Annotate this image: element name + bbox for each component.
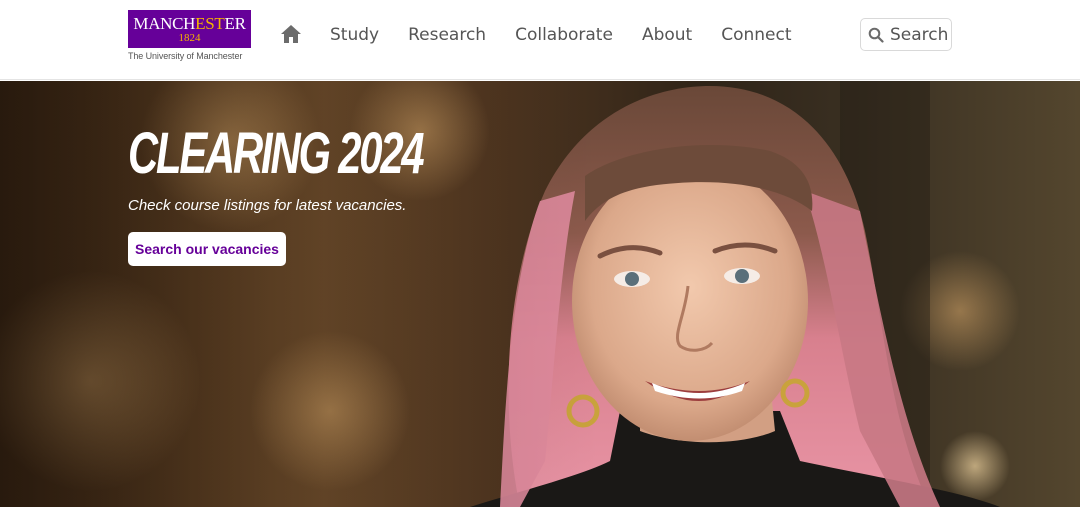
site-header: MANCHESTER 1824 The University of Manche… [0, 0, 1080, 80]
nav-item-research[interactable]: Research [408, 24, 486, 48]
logo-subtitle: The University of Manchester [128, 51, 243, 61]
university-logo[interactable]: MANCHESTER 1824 The University of Manche… [128, 10, 252, 62]
hero-banner: CLEARING 2024 Check course listings for … [0, 81, 1080, 507]
nav-item-collaborate[interactable]: Collaborate [515, 24, 613, 48]
nav-item-study[interactable]: Study [330, 24, 379, 48]
search-vacancies-button[interactable]: Search our vacancies [128, 232, 286, 266]
search-button[interactable]: Search [860, 18, 952, 51]
hero-title: CLEARING 2024 [128, 121, 425, 186]
home-icon[interactable] [280, 24, 302, 44]
nav-item-connect[interactable]: Connect [721, 24, 791, 48]
search-icon [868, 27, 884, 43]
hero-subtitle: Check course listings for latest vacanci… [128, 197, 407, 214]
logo-wordmark: MANCHESTER 1824 [128, 10, 251, 48]
main-nav: Study Research Collaborate About Connect [330, 24, 821, 48]
nav-item-about[interactable]: About [642, 24, 692, 48]
search-label: Search [890, 24, 949, 45]
